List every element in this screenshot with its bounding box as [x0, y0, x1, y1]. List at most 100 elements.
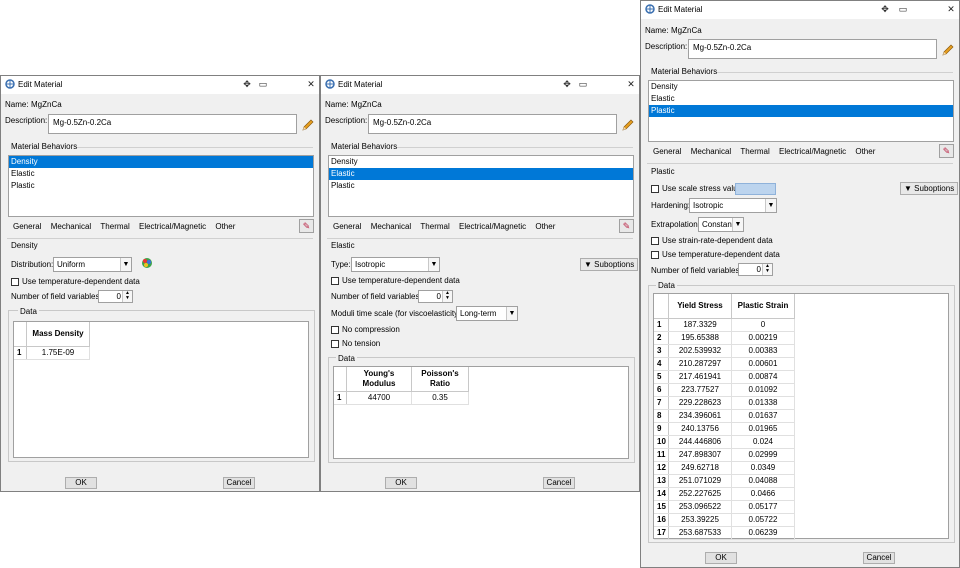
description-field[interactable]: Mg-0.5Zn-0.2Ca: [688, 39, 937, 59]
menu-general[interactable]: General: [13, 220, 41, 234]
list-item-plastic[interactable]: Plastic: [329, 180, 633, 192]
table-cell[interactable]: 247.898307: [668, 448, 732, 462]
table-cell[interactable]: 0.01965: [731, 422, 795, 436]
menu-electrical-magnetic[interactable]: Electrical/Magnetic: [779, 145, 846, 159]
suboptions-button[interactable]: ▼ Suboptions: [900, 182, 959, 195]
ok-button[interactable]: OK: [65, 477, 97, 489]
table-row[interactable]: 15 253.096522 0.05177: [654, 500, 795, 514]
list-item-elastic[interactable]: Elastic: [649, 93, 953, 105]
ok-button[interactable]: OK: [705, 552, 737, 564]
menu-electrical-magnetic[interactable]: Electrical/Magnetic: [459, 220, 526, 234]
suboptions-button[interactable]: ▼ Suboptions: [580, 258, 639, 271]
pencil-icon[interactable]: [301, 118, 317, 134]
field-vars-spinner[interactable]: 0 ▲ ▼: [98, 290, 133, 303]
menu-general[interactable]: General: [653, 145, 681, 159]
table-row[interactable]: 14 252.227625 0.0466: [654, 487, 795, 501]
menu-mechanical[interactable]: Mechanical: [691, 145, 731, 159]
scale-stress-input[interactable]: [735, 183, 776, 195]
description-field[interactable]: Mg-0.5Zn-0.2Ca: [368, 114, 617, 134]
table-row[interactable]: 1 187.3329 0: [654, 318, 795, 332]
list-item-plastic[interactable]: Plastic: [649, 105, 953, 117]
table-cell[interactable]: 0.01637: [731, 409, 795, 423]
temp-dependent-checkbox[interactable]: [11, 278, 19, 286]
table-cell[interactable]: 249.62718: [668, 461, 732, 475]
menu-thermal[interactable]: Thermal: [740, 145, 769, 159]
table-cell[interactable]: 0.00601: [731, 357, 795, 371]
behaviors-list[interactable]: Density Elastic Plastic: [648, 80, 954, 142]
menu-other[interactable]: Other: [215, 220, 235, 234]
table-row[interactable]: 3 202.539932 0.00383: [654, 344, 795, 358]
menu-other[interactable]: Other: [855, 145, 875, 159]
table-cell[interactable]: 0.0466: [731, 487, 795, 501]
menu-thermal[interactable]: Thermal: [420, 220, 449, 234]
spinner-arrows-icon[interactable]: ▲ ▼: [762, 264, 772, 275]
table-cell[interactable]: 229.228623: [668, 396, 732, 410]
table-row[interactable]: 16 253.39225 0.05722: [654, 513, 795, 527]
hardening-select[interactable]: Isotropic ▼: [689, 198, 777, 213]
table-cell[interactable]: 0.00383: [731, 344, 795, 358]
list-item-elastic[interactable]: Elastic: [329, 168, 633, 180]
field-vars-spinner[interactable]: 0 ▲ ▼: [418, 290, 453, 303]
pencil-icon[interactable]: [621, 118, 637, 134]
table-row[interactable]: 11 247.898307 0.02999: [654, 448, 795, 462]
pin-icon[interactable]: ✥: [561, 78, 573, 90]
list-item-density[interactable]: Density: [9, 156, 313, 168]
extrapolation-select[interactable]: Constant ▼: [698, 217, 744, 232]
list-item-density[interactable]: Density: [329, 156, 633, 168]
strain-rate-checkbox[interactable]: [651, 237, 659, 245]
cancel-button[interactable]: Cancel: [223, 477, 255, 489]
pencil-icon[interactable]: [941, 43, 957, 59]
table-row[interactable]: 8 234.396061 0.01637: [654, 409, 795, 423]
table-row[interactable]: 13 251.071029 0.04088: [654, 474, 795, 488]
table-cell[interactable]: 223.77527: [668, 383, 732, 397]
table-cell[interactable]: 0.35: [411, 391, 469, 405]
table-cell[interactable]: 44700: [346, 391, 412, 405]
table-cell[interactable]: 253.687533: [668, 526, 732, 540]
pin-icon[interactable]: ✥: [879, 3, 891, 15]
table-cell[interactable]: 0.04088: [731, 474, 795, 488]
ok-button[interactable]: OK: [385, 477, 417, 489]
table-row[interactable]: 7 229.228623 0.01338: [654, 396, 795, 410]
cancel-button[interactable]: Cancel: [543, 477, 575, 489]
table-row[interactable]: 5 217.461941 0.00874: [654, 370, 795, 384]
restore-icon[interactable]: ▭: [577, 78, 589, 90]
data-table-area[interactable]: Yield Stress Plastic Strain 1 187.3329 0 2 1…: [653, 293, 949, 540]
table-row[interactable]: 2 195.65388 0.00219: [654, 331, 795, 345]
close-icon[interactable]: ✕: [945, 3, 957, 15]
table-row[interactable]: 12 249.62718 0.0349: [654, 461, 795, 475]
moduli-select[interactable]: Long-term ▼: [456, 306, 518, 321]
spinner-arrows-icon[interactable]: ▲ ▼: [442, 291, 452, 302]
temp-dependent-checkbox[interactable]: [651, 251, 659, 259]
restore-icon[interactable]: ▭: [897, 3, 909, 15]
data-table-area[interactable]: Mass Density 1 1.75E-09: [13, 321, 309, 458]
no-tension-checkbox[interactable]: [331, 340, 339, 348]
table-cell[interactable]: 0.01092: [731, 383, 795, 397]
scale-stress-checkbox[interactable]: [651, 185, 659, 193]
table-cell[interactable]: 0.00219: [731, 331, 795, 345]
table-row[interactable]: 6 223.77527 0.01092: [654, 383, 795, 397]
edit-behavior-button[interactable]: ✎: [619, 219, 634, 233]
table-row[interactable]: 4 210.287297 0.00601: [654, 357, 795, 371]
edit-behavior-button[interactable]: ✎: [299, 219, 314, 233]
color-palette-icon[interactable]: [141, 257, 153, 271]
title-bar[interactable]: Edit Material ✥ ▭ ✕: [321, 76, 639, 94]
menu-general[interactable]: General: [333, 220, 361, 234]
behaviors-list[interactable]: Density Elastic Plastic: [328, 155, 634, 217]
table-cell[interactable]: 0.02999: [731, 448, 795, 462]
table-cell[interactable]: 0.05177: [731, 500, 795, 514]
title-bar[interactable]: Edit Material ✥ ▭ ✕: [1, 76, 319, 94]
data-table-area[interactable]: Young's Modulus Poisson's Ratio 1 44700 …: [333, 366, 629, 459]
table-cell[interactable]: 187.3329: [668, 318, 732, 332]
table-cell[interactable]: 253.096522: [668, 500, 732, 514]
table-cell[interactable]: 1.75E-09: [26, 346, 90, 360]
type-select[interactable]: Isotropic ▼: [351, 257, 440, 272]
table-cell[interactable]: 0.00874: [731, 370, 795, 384]
table-cell[interactable]: 195.65388: [668, 331, 732, 345]
close-icon[interactable]: ✕: [305, 78, 317, 90]
distribution-select[interactable]: Uniform ▼: [53, 257, 132, 272]
table-cell[interactable]: 244.446806: [668, 435, 732, 449]
table-cell[interactable]: 234.396061: [668, 409, 732, 423]
table-cell[interactable]: 0.0349: [731, 461, 795, 475]
field-vars-spinner[interactable]: 0 ▲ ▼: [738, 263, 773, 276]
temp-dependent-checkbox[interactable]: [331, 277, 339, 285]
